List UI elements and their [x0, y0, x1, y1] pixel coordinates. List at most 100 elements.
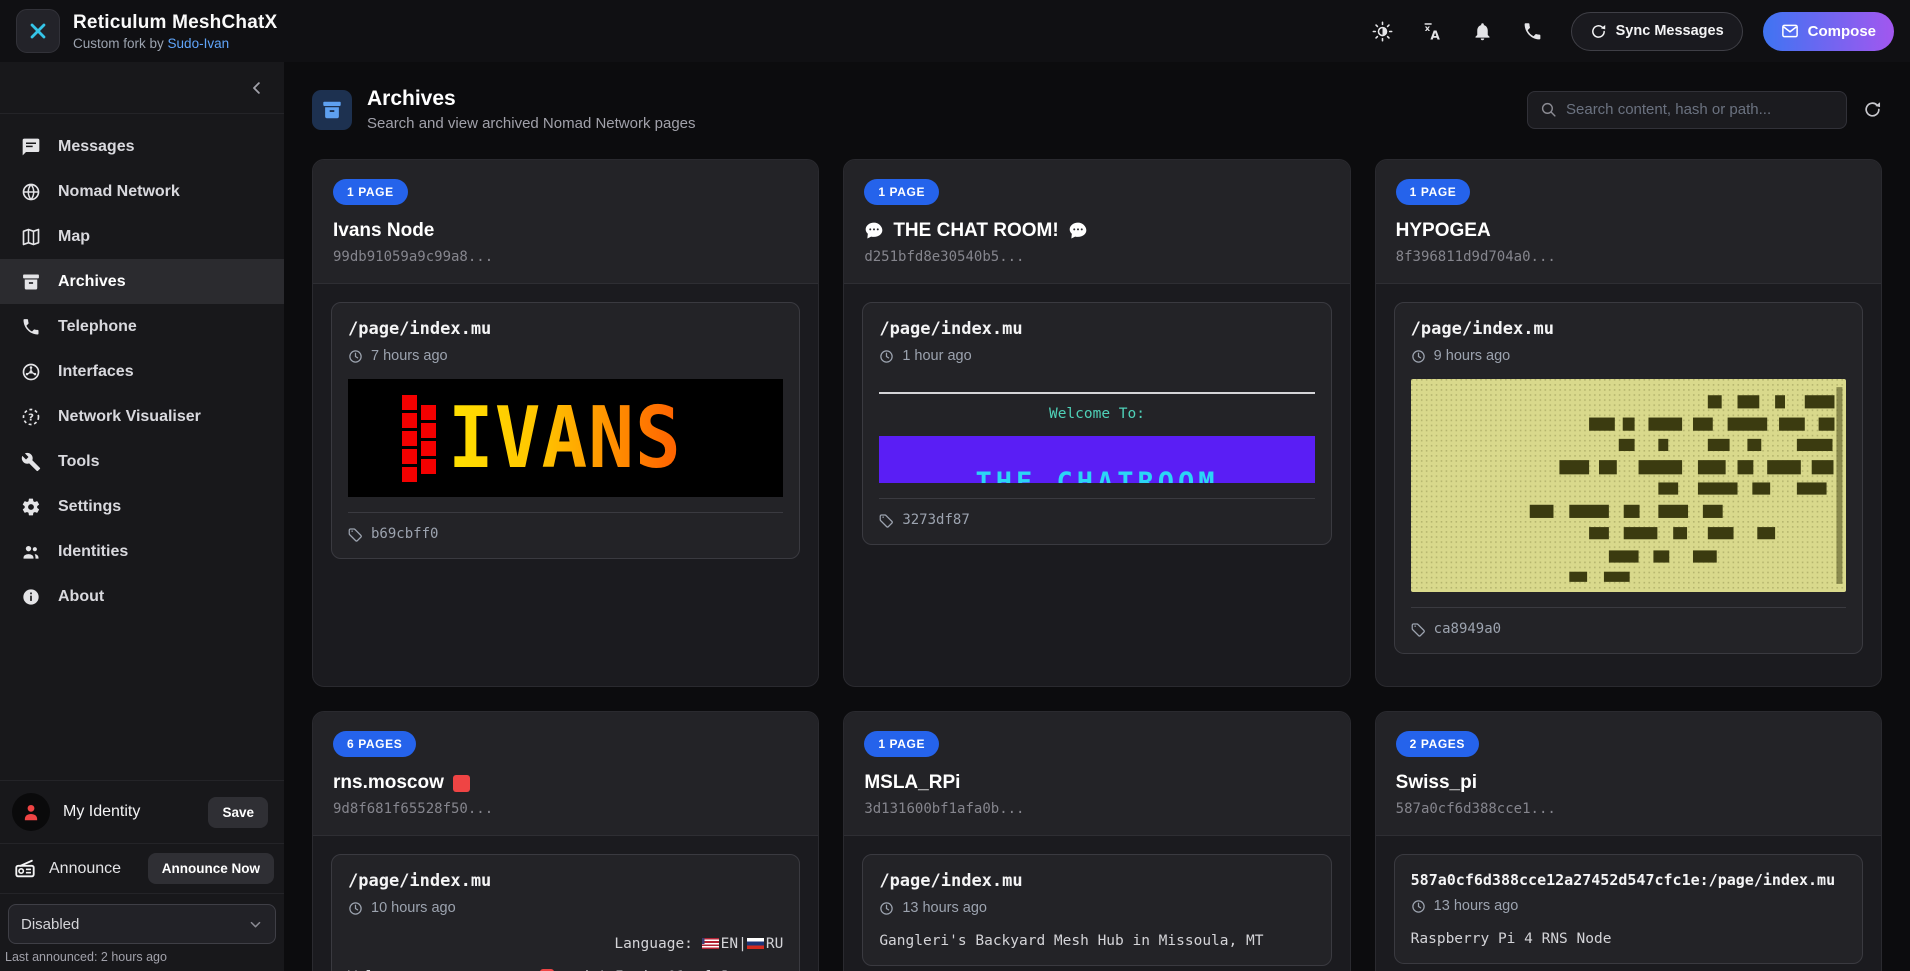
page-panel[interactable]: /page/index.mu 7 hours ago IVANS	[331, 302, 800, 559]
archive-card-msla-rpi: 1 PAGE MSLA_RPi 3d131600bf1afa0b... /pag…	[843, 711, 1350, 971]
page-preview: Welcome To: THE CHATROOM	[879, 392, 1314, 483]
page-panel[interactable]: /page/index.mu 1 hour ago Welcome To: TH…	[862, 302, 1331, 545]
sidebar-item-settings[interactable]: Settings	[0, 484, 284, 529]
page-panel[interactable]: /page/index.mu 13 hours ago Gangleri's B…	[862, 854, 1331, 966]
theme-toggle-button[interactable]	[1363, 11, 1403, 51]
page-panel[interactable]: 587a0cf6d388cce12a27452d547cfc1e:/page/i…	[1394, 854, 1863, 964]
speech-bubble-icon	[1068, 221, 1088, 241]
tag-icon	[879, 513, 894, 528]
refresh-icon	[1863, 100, 1882, 119]
language-line: Language: EN|RU	[348, 936, 783, 952]
announce-mode-section: Disabled	[0, 893, 284, 946]
app-window: Reticulum MeshChatX Custom fork by Sudo-…	[0, 0, 1910, 971]
refresh-button[interactable]	[1863, 100, 1882, 119]
archive-card-chat-room: 1 PAGE THE CHAT ROOM! d251bfd8e30540b5..…	[843, 159, 1350, 687]
page-subtitle: Search and view archived Nomad Network p…	[367, 115, 696, 132]
page-time: 1 hour ago	[879, 348, 1314, 364]
page-description: Gangleri's Backyard Mesh Hub in Missoula…	[879, 933, 1314, 949]
main-content: Archives Search and view archived Nomad …	[284, 62, 1910, 971]
phone-icon	[1522, 21, 1543, 42]
sidebar-item-messages[interactable]: Messages	[0, 124, 284, 169]
sync-messages-button[interactable]: Sync Messages	[1571, 12, 1743, 51]
page-time: 7 hours ago	[348, 348, 783, 364]
sidebar-item-network-visualiser[interactable]: Network Visualiser	[0, 394, 284, 439]
clock-icon	[1411, 899, 1426, 914]
avatar[interactable]	[12, 793, 50, 831]
node-title: Swiss_pi	[1396, 772, 1861, 794]
bell-icon	[1472, 21, 1493, 42]
users-icon	[21, 542, 41, 562]
red-square-emoji	[453, 775, 470, 792]
brightness-icon	[1372, 21, 1393, 42]
pages-badge: 1 PAGE	[333, 179, 408, 205]
page-tag: 3273df87	[879, 498, 1314, 528]
sidebar-item-interfaces[interactable]: Interfaces	[0, 349, 284, 394]
announce-label: Announce	[49, 860, 135, 878]
sidebar-collapse-row	[0, 62, 284, 114]
tag-icon	[348, 527, 363, 542]
welcome-text: Welcome To:	[879, 406, 1314, 422]
app-title: Reticulum MeshChatX	[73, 12, 277, 34]
search-input[interactable]	[1566, 101, 1834, 118]
page-title: Archives	[367, 87, 696, 111]
announce-row: Announce Announce Now	[0, 843, 284, 893]
app-logo[interactable]	[16, 9, 60, 53]
sidebar-item-tools[interactable]: Tools	[0, 439, 284, 484]
node-hash: 9d8f681f65528f50...	[333, 801, 798, 817]
page-path: /page/index.mu	[879, 319, 1314, 339]
wrench-icon	[21, 452, 41, 472]
node-hash: 3d131600bf1afa0b...	[864, 801, 1329, 817]
announce-mode-select[interactable]: Disabled	[8, 904, 276, 944]
translate-icon	[1422, 21, 1443, 42]
page-tag: ca8949a0	[1411, 607, 1846, 637]
clock-icon	[348, 349, 363, 364]
sudo-ivan-link[interactable]: Sudo-Ivan	[168, 36, 230, 51]
globe-icon	[21, 182, 41, 202]
search-icon	[1540, 101, 1557, 118]
last-announced-text: Last announced: 2 hours ago	[0, 946, 284, 971]
node-title: THE CHAT ROOM!	[864, 220, 1329, 242]
archive-card-ivans-node: 1 PAGE Ivans Node 99db91059a9c99a8... /p…	[312, 159, 819, 687]
archive-card-swiss-pi: 2 PAGES Swiss_pi 587a0cf6d388cce1... 587…	[1375, 711, 1882, 971]
archive-icon	[21, 272, 41, 292]
sidebar-item-nomad-network[interactable]: Nomad Network	[0, 169, 284, 214]
ru-flag-icon	[747, 938, 764, 949]
sidebar-item-identities[interactable]: Identities	[0, 529, 284, 574]
notifications-button[interactable]	[1463, 11, 1503, 51]
archives-icon-tile	[312, 90, 352, 130]
compose-button[interactable]: Compose	[1763, 12, 1894, 51]
calls-button[interactable]	[1513, 11, 1553, 51]
tag-icon	[1411, 622, 1426, 637]
page-panel[interactable]: /page/index.mu 10 hours ago Language: EN…	[331, 854, 800, 971]
page-panel[interactable]: /page/index.mu 9 hours ago	[1394, 302, 1863, 654]
page-description: Raspberry Pi 4 RNS Node	[1411, 931, 1846, 947]
app-subtitle: Custom fork by Sudo-Ivan	[73, 36, 277, 51]
page-path: /page/index.mu	[348, 871, 783, 891]
save-button[interactable]: Save	[208, 797, 268, 828]
page-tag: b69cbff0	[348, 512, 783, 542]
person-icon	[20, 801, 42, 823]
clock-icon	[1411, 349, 1426, 364]
ivans-art-text: IVANS	[448, 395, 682, 480]
card-head: 1 PAGE MSLA_RPi 3d131600bf1afa0b...	[844, 712, 1349, 836]
page-preview-image: IVANS	[348, 379, 783, 497]
top-bar: Reticulum MeshChatX Custom fork by Sudo-…	[0, 0, 1910, 62]
sidebar-item-archives[interactable]: Archives	[0, 259, 284, 304]
sidebar-item-telephone[interactable]: Telephone	[0, 304, 284, 349]
network-visualiser-icon	[21, 407, 41, 427]
sidebar: Messages Nomad Network Map Archives Tele…	[0, 62, 284, 971]
identity-label: My Identity	[63, 803, 195, 821]
node-title: rns.moscow	[333, 772, 798, 794]
page-preview-image	[1411, 379, 1846, 592]
envelope-icon	[1781, 22, 1799, 40]
archives-grid: 1 PAGE Ivans Node 99db91059a9c99a8... /p…	[284, 153, 1910, 971]
card-head: 6 PAGES rns.moscow 9d8f681f65528f50...	[313, 712, 818, 836]
chevron-left-icon[interactable]	[248, 79, 266, 97]
translate-button[interactable]	[1413, 11, 1453, 51]
page-time: 10 hours ago	[348, 900, 783, 916]
announce-now-button[interactable]: Announce Now	[148, 853, 274, 884]
pages-badge: 1 PAGE	[864, 731, 939, 757]
page-time: 9 hours ago	[1411, 348, 1846, 364]
sidebar-item-about[interactable]: About	[0, 574, 284, 619]
sidebar-item-map[interactable]: Map	[0, 214, 284, 259]
